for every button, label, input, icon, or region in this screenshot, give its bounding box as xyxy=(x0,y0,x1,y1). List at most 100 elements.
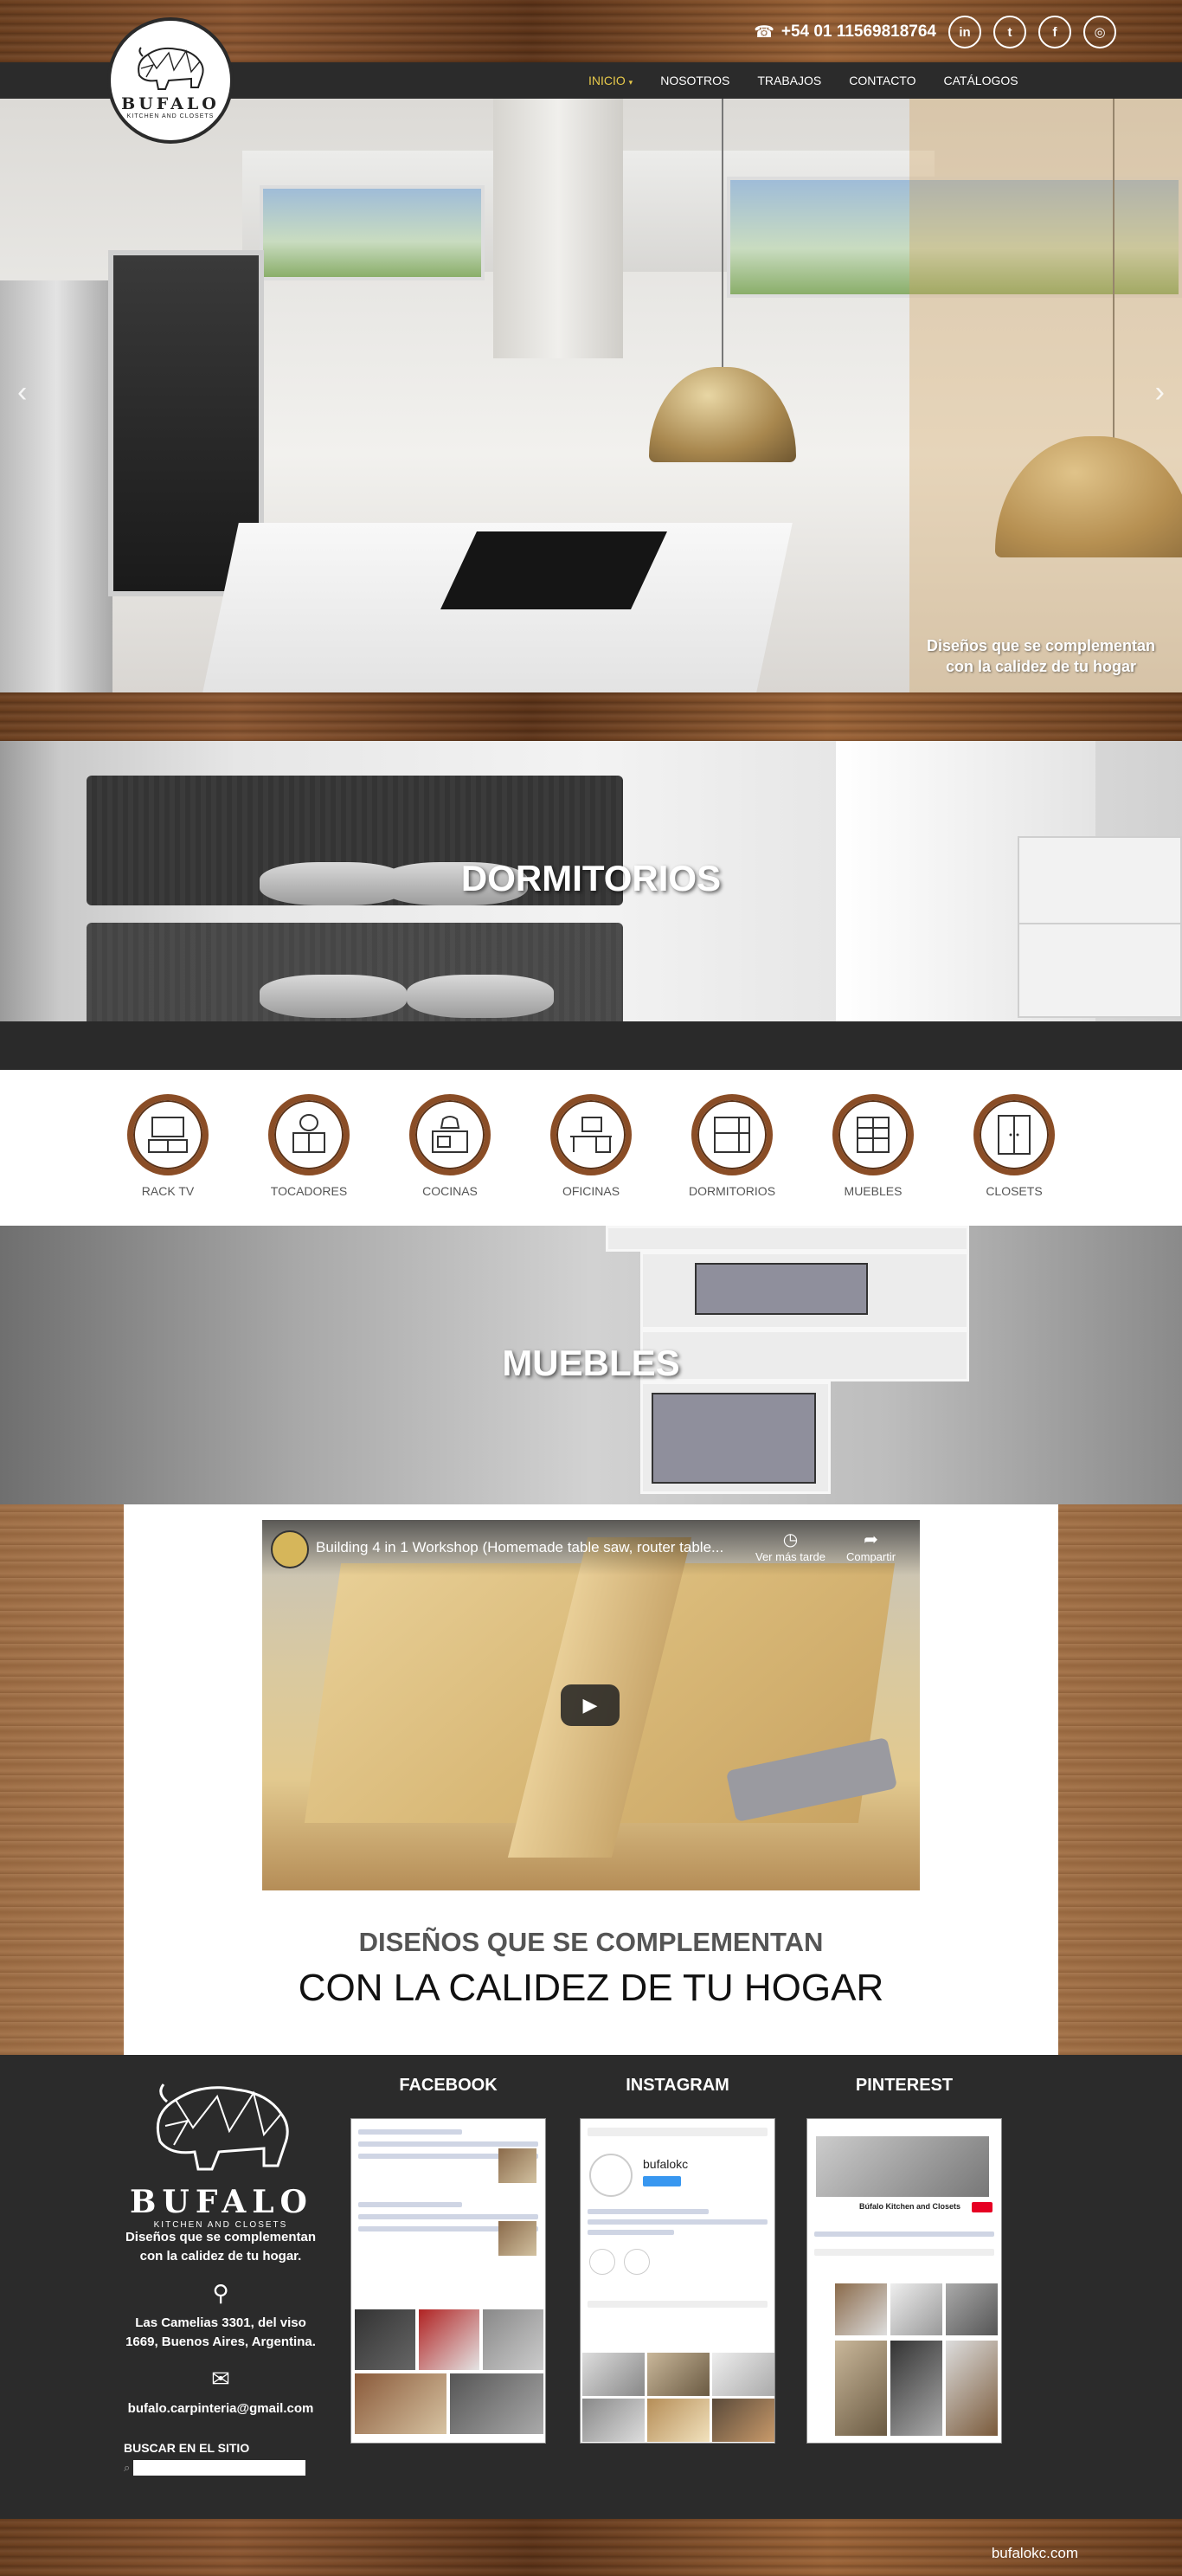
footer-address: Las Camelias 3301, del viso 1669, Buenos… xyxy=(125,2315,316,2349)
share-label: Compartir xyxy=(846,1550,896,1563)
nav-item-trabajos[interactable]: TRABAJOS xyxy=(757,74,821,87)
fb-photo xyxy=(355,2373,446,2434)
pin-follow-button xyxy=(972,2202,992,2212)
nav-item-nosotros[interactable]: NOSOTROS xyxy=(660,74,729,87)
pinterest-column: PINTEREST Búfalo Kitchen and Closets xyxy=(806,2076,1002,2444)
share-icon: ➦ xyxy=(864,1530,878,1549)
category-closets[interactable]: CLOSETS xyxy=(954,1094,1075,1198)
lamp-wire xyxy=(722,99,723,376)
kitchen-icon xyxy=(432,1116,468,1153)
category-ring xyxy=(832,1094,914,1175)
ig-topbar xyxy=(588,2128,768,2136)
dark-divider xyxy=(0,1021,1182,1070)
instagram-icon[interactable]: ◎ xyxy=(1083,16,1116,48)
bison-logo-icon xyxy=(156,2083,289,2171)
ig-stats xyxy=(588,2301,768,2308)
ig-photo xyxy=(582,2353,645,2396)
facebook-screenshot[interactable] xyxy=(350,2118,546,2444)
nav-item-catalogos[interactable]: CATÁLOGOS xyxy=(944,74,1018,87)
ig-photo xyxy=(582,2399,645,2442)
shelf xyxy=(640,1381,831,1494)
bottom-bar: bufalokc.com xyxy=(0,2519,1182,2576)
chevron-down-icon: ▾ xyxy=(628,78,633,87)
category-cocinas[interactable]: COCINAS xyxy=(389,1094,511,1198)
pin-board-name: Búfalo Kitchen and Closets xyxy=(859,2202,961,2211)
hero-window xyxy=(260,185,485,280)
category-rack-tv[interactable]: RACK TV xyxy=(107,1094,228,1198)
category-oficinas[interactable]: OFICINAS xyxy=(530,1094,652,1198)
category-label: MUEBLES xyxy=(844,1184,903,1198)
pinterest-screenshot[interactable]: Búfalo Kitchen and Closets xyxy=(806,2118,1002,2444)
bison-logo-icon xyxy=(138,46,204,90)
nav-item-inicio[interactable]: INICIO ▾ xyxy=(588,74,633,87)
fb-photo xyxy=(419,2309,479,2370)
pin-photo xyxy=(946,2283,998,2335)
site-url[interactable]: bufalokc.com xyxy=(992,2545,1078,2562)
footer-email[interactable]: bufalo.carpinteria@gmail.com xyxy=(121,2399,320,2418)
channel-avatar[interactable] xyxy=(271,1530,309,1568)
play-button[interactable]: ▶ xyxy=(561,1684,620,1726)
phone-link[interactable]: ☎ +54 01 11569818764 xyxy=(754,23,936,42)
fb-photo xyxy=(355,2309,415,2370)
site-logo[interactable]: BUFALO KITCHEN AND CLOSETS xyxy=(107,17,234,144)
video-player[interactable]: Building 4 in 1 Workshop (Homemade table… xyxy=(262,1520,920,1890)
vanity-icon xyxy=(292,1114,325,1153)
ig-photo xyxy=(647,2353,710,2396)
dormitorios-banner[interactable]: DORMITORIOS xyxy=(0,741,1182,1021)
video-title[interactable]: Building 4 in 1 Workshop (Homemade table… xyxy=(316,1539,748,1556)
footer-logo[interactable]: BUFALO KITCHEN AND CLOSETS xyxy=(130,2076,312,2230)
dormitorios-title: DORMITORIOS xyxy=(460,858,722,898)
nav-item-label: INICIO xyxy=(588,74,626,87)
pin-photo xyxy=(890,2341,942,2436)
instagram-column: INSTAGRAM bufalokc xyxy=(580,2076,775,2444)
pin-photo xyxy=(835,2283,887,2335)
shelf xyxy=(640,1252,969,1330)
ig-handle: bufalokc xyxy=(643,2157,689,2171)
category-label: CLOSETS xyxy=(986,1184,1043,1198)
hero-slider: Diseños que se complementan con la calid… xyxy=(0,99,1182,692)
slider-prev-icon[interactable]: ‹ xyxy=(17,376,27,409)
ig-row xyxy=(588,2219,768,2225)
hero-fridge xyxy=(0,280,112,692)
category-label: DORMITORIOS xyxy=(688,1184,776,1198)
slider-next-icon[interactable]: › xyxy=(1155,376,1165,409)
footer-brand: BUFALO xyxy=(130,2184,313,2220)
wood-background: Building 4 in 1 Workshop (Homemade table… xyxy=(0,1504,1182,2055)
muebles-banner[interactable]: MUEBLES xyxy=(0,1226,1182,1504)
instagram-screenshot[interactable]: bufalokc xyxy=(580,2118,775,2444)
fb-row xyxy=(358,2202,462,2207)
twitter-icon[interactable]: t xyxy=(993,16,1026,48)
ig-row xyxy=(588,2230,674,2235)
linkedin-icon[interactable]: in xyxy=(948,16,981,48)
tagline-top: DISEÑOS QUE SE COMPLEMENTAN xyxy=(358,1927,824,1957)
category-ring xyxy=(550,1094,632,1175)
location-pin-icon: ⚲ xyxy=(212,2280,229,2306)
fb-photo xyxy=(483,2309,543,2370)
pin-photo xyxy=(946,2341,998,2436)
shelf-panel xyxy=(695,1263,868,1315)
ig-photo xyxy=(712,2353,774,2396)
share-button[interactable]: ➦ Compartir xyxy=(846,1529,896,1563)
logo-name: BUFALO xyxy=(121,93,220,113)
watch-later-button[interactable]: ◷ Ver más tarde xyxy=(755,1529,825,1563)
search-icon: ⌕ xyxy=(124,2461,131,2474)
ig-row xyxy=(588,2209,709,2214)
facebook-icon[interactable]: f xyxy=(1038,16,1071,48)
pendant-lamp xyxy=(649,367,796,462)
fb-row xyxy=(358,2129,462,2135)
footer-slogan: Diseños que se complementan con la calid… xyxy=(125,2230,317,2264)
logo-subtitle: KITCHEN AND CLOSETS xyxy=(126,113,215,119)
ig-follow-button xyxy=(643,2176,681,2186)
clock-icon: ◷ xyxy=(782,1530,799,1549)
category-label: RACK TV xyxy=(141,1184,195,1198)
pillow xyxy=(407,975,554,1018)
category-muebles[interactable]: MUEBLES xyxy=(813,1094,934,1198)
category-tocadores[interactable]: TOCADORES xyxy=(248,1094,369,1198)
hero-caption: Diseños que se complementan con la calid… xyxy=(926,637,1156,675)
ig-highlight xyxy=(589,2249,615,2275)
pin-photo xyxy=(835,2341,887,2436)
category-dormitorios[interactable]: DORMITORIOS xyxy=(671,1094,793,1198)
bunk-bed-icon xyxy=(714,1117,750,1153)
search-input[interactable] xyxy=(133,2460,305,2476)
nav-item-contacto[interactable]: CONTACTO xyxy=(849,74,915,87)
